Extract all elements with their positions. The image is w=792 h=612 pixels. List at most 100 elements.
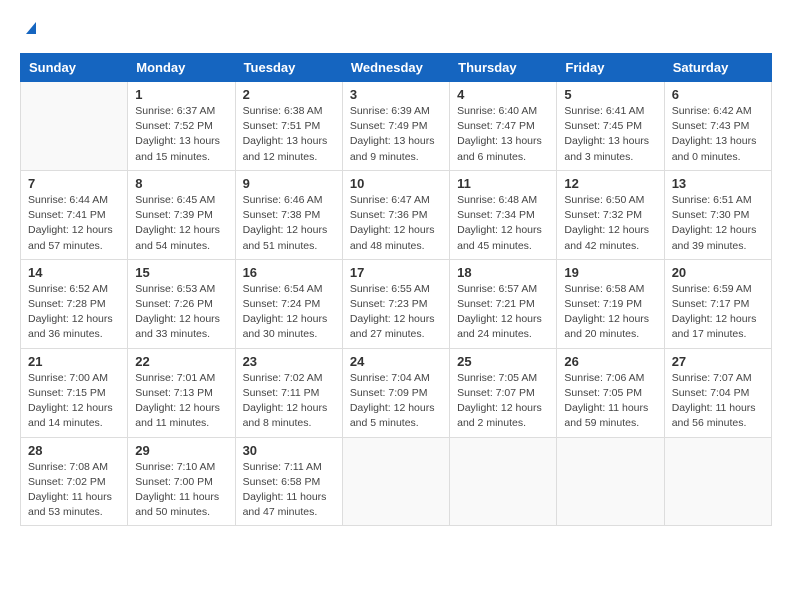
day-number: 21 xyxy=(28,354,120,369)
week-row-2: 7 Sunrise: 6:44 AM Sunset: 7:41 PM Daylig… xyxy=(21,170,772,259)
day-number: 1 xyxy=(135,87,227,102)
day-number: 22 xyxy=(135,354,227,369)
weekday-header-saturday: Saturday xyxy=(664,54,771,82)
day-number: 27 xyxy=(672,354,764,369)
day-number: 6 xyxy=(672,87,764,102)
day-info: Sunrise: 6:45 AM Sunset: 7:39 PM Dayligh… xyxy=(135,193,227,254)
day-info: Sunrise: 7:00 AM Sunset: 7:15 PM Dayligh… xyxy=(28,371,120,432)
day-number: 29 xyxy=(135,443,227,458)
day-info: Sunrise: 6:51 AM Sunset: 7:30 PM Dayligh… xyxy=(672,193,764,254)
day-number: 20 xyxy=(672,265,764,280)
day-number: 5 xyxy=(564,87,656,102)
day-info: Sunrise: 6:42 AM Sunset: 7:43 PM Dayligh… xyxy=(672,104,764,165)
calendar-cell: 15 Sunrise: 6:53 AM Sunset: 7:26 PM Dayli… xyxy=(128,259,235,348)
calendar-cell xyxy=(450,437,557,526)
day-info: Sunrise: 6:52 AM Sunset: 7:28 PM Dayligh… xyxy=(28,282,120,343)
day-number: 7 xyxy=(28,176,120,191)
day-number: 17 xyxy=(350,265,442,280)
calendar-cell: 5 Sunrise: 6:41 AM Sunset: 7:45 PM Daylig… xyxy=(557,82,664,171)
day-info: Sunrise: 6:41 AM Sunset: 7:45 PM Dayligh… xyxy=(564,104,656,165)
calendar-cell: 26 Sunrise: 7:06 AM Sunset: 7:05 PM Dayli… xyxy=(557,348,664,437)
week-row-1: 1 Sunrise: 6:37 AM Sunset: 7:52 PM Daylig… xyxy=(21,82,772,171)
day-number: 18 xyxy=(457,265,549,280)
day-info: Sunrise: 6:50 AM Sunset: 7:32 PM Dayligh… xyxy=(564,193,656,254)
calendar-cell: 22 Sunrise: 7:01 AM Sunset: 7:13 PM Dayli… xyxy=(128,348,235,437)
day-info: Sunrise: 7:08 AM Sunset: 7:02 PM Dayligh… xyxy=(28,460,120,521)
calendar-cell: 27 Sunrise: 7:07 AM Sunset: 7:04 PM Dayli… xyxy=(664,348,771,437)
day-info: Sunrise: 6:38 AM Sunset: 7:51 PM Dayligh… xyxy=(243,104,335,165)
week-row-5: 28 Sunrise: 7:08 AM Sunset: 7:02 PM Dayli… xyxy=(21,437,772,526)
logo xyxy=(20,20,40,37)
calendar-cell: 30 Sunrise: 7:11 AM Sunset: 6:58 PM Dayli… xyxy=(235,437,342,526)
day-info: Sunrise: 6:37 AM Sunset: 7:52 PM Dayligh… xyxy=(135,104,227,165)
day-number: 30 xyxy=(243,443,335,458)
day-info: Sunrise: 6:57 AM Sunset: 7:21 PM Dayligh… xyxy=(457,282,549,343)
day-info: Sunrise: 7:02 AM Sunset: 7:11 PM Dayligh… xyxy=(243,371,335,432)
calendar-cell: 25 Sunrise: 7:05 AM Sunset: 7:07 PM Dayli… xyxy=(450,348,557,437)
day-info: Sunrise: 7:07 AM Sunset: 7:04 PM Dayligh… xyxy=(672,371,764,432)
day-info: Sunrise: 6:54 AM Sunset: 7:24 PM Dayligh… xyxy=(243,282,335,343)
calendar-cell: 23 Sunrise: 7:02 AM Sunset: 7:11 PM Dayli… xyxy=(235,348,342,437)
weekday-header-tuesday: Tuesday xyxy=(235,54,342,82)
week-row-4: 21 Sunrise: 7:00 AM Sunset: 7:15 PM Dayli… xyxy=(21,348,772,437)
calendar-cell: 1 Sunrise: 6:37 AM Sunset: 7:52 PM Daylig… xyxy=(128,82,235,171)
day-number: 28 xyxy=(28,443,120,458)
weekday-header-row: SundayMondayTuesdayWednesdayThursdayFrid… xyxy=(21,54,772,82)
calendar-cell: 29Sunrise: 7:10 AM Sunset: 7:00 PM Dayli… xyxy=(128,437,235,526)
day-number: 23 xyxy=(243,354,335,369)
weekday-header-sunday: Sunday xyxy=(21,54,128,82)
day-number: 12 xyxy=(564,176,656,191)
calendar-cell: 18 Sunrise: 6:57 AM Sunset: 7:21 PM Dayli… xyxy=(450,259,557,348)
calendar-cell: 10Sunrise: 6:47 AM Sunset: 7:36 PM Dayli… xyxy=(342,170,449,259)
day-info: Sunrise: 6:39 AM Sunset: 7:49 PM Dayligh… xyxy=(350,104,442,165)
day-number: 9 xyxy=(243,176,335,191)
day-info: Sunrise: 6:53 AM Sunset: 7:26 PM Dayligh… xyxy=(135,282,227,343)
day-number: 16 xyxy=(243,265,335,280)
weekday-header-friday: Friday xyxy=(557,54,664,82)
calendar-cell: 13 Sunrise: 6:51 AM Sunset: 7:30 PM Dayli… xyxy=(664,170,771,259)
calendar-cell: 11Sunrise: 6:48 AM Sunset: 7:34 PM Dayli… xyxy=(450,170,557,259)
calendar-cell: 4Sunrise: 6:40 AM Sunset: 7:47 PM Daylig… xyxy=(450,82,557,171)
day-info: Sunrise: 7:01 AM Sunset: 7:13 PM Dayligh… xyxy=(135,371,227,432)
day-info: Sunrise: 6:47 AM Sunset: 7:36 PM Dayligh… xyxy=(350,193,442,254)
calendar-cell: 16 Sunrise: 6:54 AM Sunset: 7:24 PM Dayli… xyxy=(235,259,342,348)
day-info: Sunrise: 6:44 AM Sunset: 7:41 PM Dayligh… xyxy=(28,193,120,254)
calendar-cell xyxy=(342,437,449,526)
calendar-cell: 7 Sunrise: 6:44 AM Sunset: 7:41 PM Daylig… xyxy=(21,170,128,259)
day-info: Sunrise: 6:46 AM Sunset: 7:38 PM Dayligh… xyxy=(243,193,335,254)
calendar-cell: 9 Sunrise: 6:46 AM Sunset: 7:38 PM Daylig… xyxy=(235,170,342,259)
day-info: Sunrise: 6:55 AM Sunset: 7:23 PM Dayligh… xyxy=(350,282,442,343)
page-header xyxy=(20,20,772,37)
day-info: Sunrise: 6:59 AM Sunset: 7:17 PM Dayligh… xyxy=(672,282,764,343)
day-info: Sunrise: 7:06 AM Sunset: 7:05 PM Dayligh… xyxy=(564,371,656,432)
day-info: Sunrise: 6:58 AM Sunset: 7:19 PM Dayligh… xyxy=(564,282,656,343)
day-number: 25 xyxy=(457,354,549,369)
day-info: Sunrise: 7:05 AM Sunset: 7:07 PM Dayligh… xyxy=(457,371,549,432)
day-number: 8 xyxy=(135,176,227,191)
day-number: 11 xyxy=(457,176,549,191)
day-info: Sunrise: 7:11 AM Sunset: 6:58 PM Dayligh… xyxy=(243,460,335,521)
day-number: 15 xyxy=(135,265,227,280)
day-number: 4 xyxy=(457,87,549,102)
week-row-3: 14 Sunrise: 6:52 AM Sunset: 7:28 PM Dayli… xyxy=(21,259,772,348)
calendar-table: SundayMondayTuesdayWednesdayThursdayFrid… xyxy=(20,53,772,526)
weekday-header-monday: Monday xyxy=(128,54,235,82)
day-number: 24 xyxy=(350,354,442,369)
calendar-cell: 28 Sunrise: 7:08 AM Sunset: 7:02 PM Dayli… xyxy=(21,437,128,526)
calendar-cell: 14 Sunrise: 6:52 AM Sunset: 7:28 PM Dayli… xyxy=(21,259,128,348)
day-number: 2 xyxy=(243,87,335,102)
calendar-cell xyxy=(664,437,771,526)
day-info: Sunrise: 7:04 AM Sunset: 7:09 PM Dayligh… xyxy=(350,371,442,432)
calendar-cell: 8 Sunrise: 6:45 AM Sunset: 7:39 PM Daylig… xyxy=(128,170,235,259)
calendar-cell: 21 Sunrise: 7:00 AM Sunset: 7:15 PM Dayli… xyxy=(21,348,128,437)
day-number: 26 xyxy=(564,354,656,369)
day-number: 14 xyxy=(28,265,120,280)
calendar-cell: 12 Sunrise: 6:50 AM Sunset: 7:32 PM Dayli… xyxy=(557,170,664,259)
calendar-cell: 3Sunrise: 6:39 AM Sunset: 7:49 PM Daylig… xyxy=(342,82,449,171)
logo-triangle-icon xyxy=(22,18,40,36)
day-number: 13 xyxy=(672,176,764,191)
calendar-cell: 24 Sunrise: 7:04 AM Sunset: 7:09 PM Dayli… xyxy=(342,348,449,437)
calendar-cell: 17 Sunrise: 6:55 AM Sunset: 7:23 PM Dayli… xyxy=(342,259,449,348)
calendar-cell: 20 Sunrise: 6:59 AM Sunset: 7:17 PM Dayli… xyxy=(664,259,771,348)
calendar-cell: 2 Sunrise: 6:38 AM Sunset: 7:51 PM Daylig… xyxy=(235,82,342,171)
